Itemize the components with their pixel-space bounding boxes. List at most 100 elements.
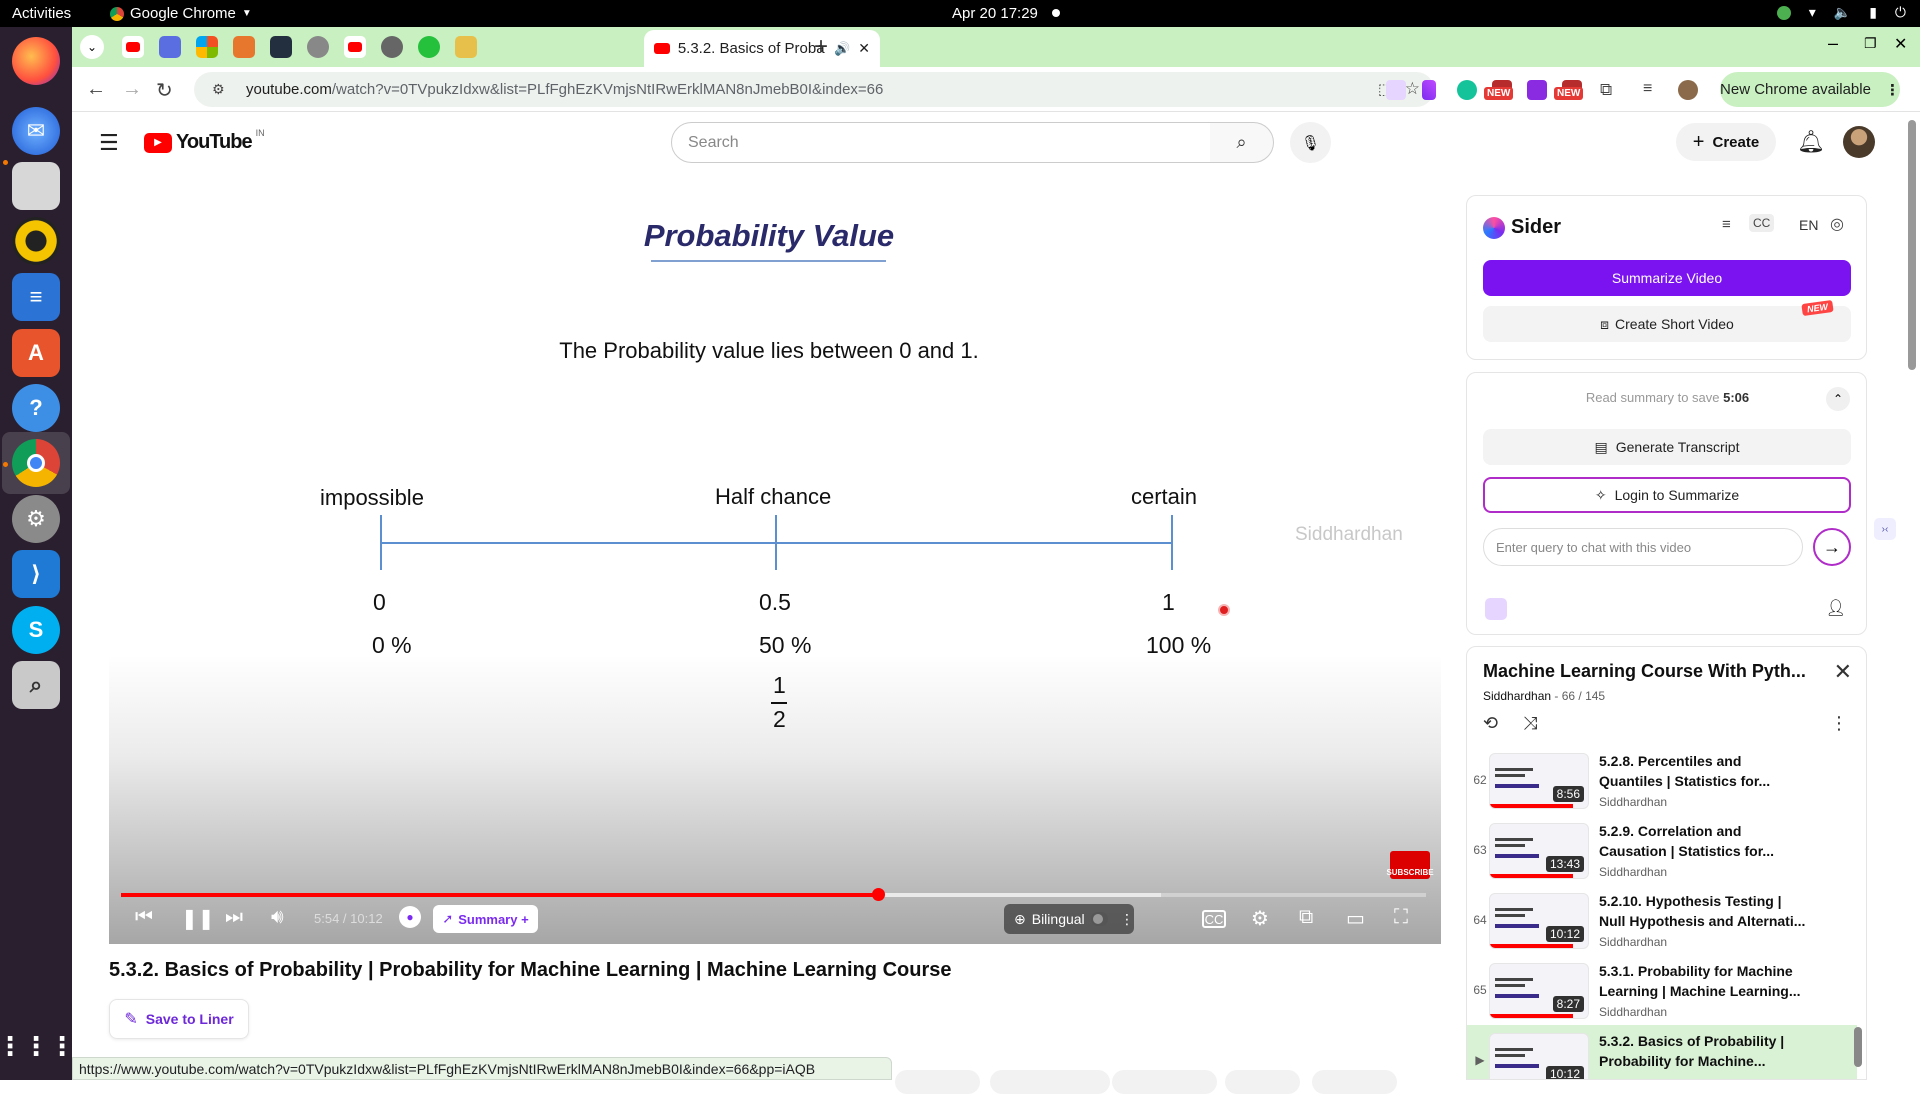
thunderbird-icon[interactable]: ✉ — [12, 107, 60, 155]
app-menu[interactable]: Google Chrome ▼ — [110, 5, 252, 22]
vscode-icon[interactable]: ⟩ — [12, 550, 60, 598]
save-to-liner-button[interactable]: ✎ Save to Liner — [109, 999, 249, 1039]
page-scrollbar[interactable] — [1908, 120, 1916, 370]
search-input[interactable]: Search — [671, 122, 1211, 163]
forward-icon[interactable]: → — [122, 78, 142, 101]
save-chip[interactable] — [1312, 1070, 1397, 1094]
miniplayer-icon[interactable]: ⧉ — [1299, 906, 1313, 929]
profile-avatar[interactable] — [1678, 80, 1698, 100]
globe-pinned-tab[interactable] — [307, 36, 329, 58]
chrome-icon[interactable] — [12, 439, 60, 487]
volume-icon[interactable]: 🔊︎ — [271, 906, 284, 929]
coursera-pinned-tab[interactable] — [455, 36, 477, 58]
playlist-item-thumbnail[interactable]: 8:27 — [1489, 963, 1589, 1019]
clip-chip[interactable] — [1225, 1070, 1300, 1094]
captions-icon[interactable]: CC — [1202, 910, 1226, 928]
playlist-item[interactable]: 65 8:27 5.3.1. Probability for Machine Lea… — [1467, 955, 1857, 1025]
liner-extension-icon[interactable] — [1527, 80, 1547, 100]
aws-pinned-tab[interactable] — [270, 36, 292, 58]
writer-icon[interactable]: ≡ — [12, 273, 60, 321]
shuffle-icon[interactable]: ⤨ — [1523, 713, 1537, 734]
bilingual-toggle[interactable]: ⊕ Bilingual ⋮ — [1004, 904, 1134, 934]
tab-audio-icon[interactable]: 🔊 — [834, 41, 850, 57]
playlist-item-thumbnail[interactable]: 10:12 — [1489, 893, 1589, 949]
clock[interactable]: Apr 20 17:29 — [952, 5, 1038, 22]
software-center-icon[interactable]: A — [12, 329, 60, 377]
site-info-icon[interactable]: ⚙ — [212, 81, 225, 98]
thanks-chip[interactable] — [1112, 1070, 1217, 1094]
playlist-item[interactable]: 64 10:12 5.2.10. Hypothesis Testing | Null… — [1467, 885, 1857, 955]
progress-scrubber[interactable] — [871, 888, 885, 901]
voice-search-button[interactable]: 🎙 — [1290, 122, 1331, 163]
search-button[interactable]: ⌕ — [1210, 122, 1274, 163]
youtube-logo[interactable]: ▶ YouTube IN — [144, 128, 265, 154]
new-chrome-available-button[interactable]: New Chrome available ⋮ — [1720, 72, 1900, 107]
system-tray[interactable]: ▾ 🔈 ▮ ⏻ — [1776, 4, 1906, 21]
package-pinned-tab[interactable] — [233, 36, 255, 58]
youtube-pinned-tab-2[interactable] — [344, 36, 366, 58]
loop-icon[interactable]: ⟲ — [1483, 713, 1498, 734]
previous-icon[interactable]: ⏮ — [135, 906, 153, 929]
maximize-window-icon[interactable]: ❐ — [1864, 35, 1877, 52]
green-pinned-tab[interactable] — [418, 36, 440, 58]
download-chip[interactable] — [990, 1070, 1110, 1094]
playlist-channel[interactable]: Siddhardhan — [1483, 689, 1551, 703]
caption-view-icon[interactable]: CC — [1749, 214, 1775, 232]
playlist-item-thumbnail[interactable]: 10:12 — [1489, 1033, 1589, 1079]
progress-bar[interactable] — [121, 888, 1426, 901]
pen-extension-icon[interactable] — [1422, 80, 1436, 100]
back-icon[interactable]: ← — [86, 78, 106, 101]
playlist-title[interactable]: Machine Learning Course With Pyth... — [1483, 661, 1806, 682]
active-tab[interactable]: 5.3.2. Basics of Proba 🔊 ✕ — [644, 30, 880, 67]
media-control-icon[interactable]: ≡ — [1643, 80, 1663, 100]
extensions-puzzle-icon[interactable]: ⧉ — [1600, 80, 1620, 100]
summarize-video-button[interactable]: Summarize Video — [1483, 260, 1851, 296]
close-playlist-icon[interactable]: ✕ — [1834, 659, 1852, 685]
playlist-item[interactable]: 63 13:43 5.2.9. Correlation and Causation … — [1467, 815, 1857, 885]
grammarly-extension-icon[interactable] — [1457, 80, 1477, 100]
language-selector[interactable]: EN — [1799, 217, 1818, 233]
playlist-item-thumbnail[interactable]: 13:43 — [1489, 823, 1589, 879]
sider-extension-icon[interactable] — [1386, 80, 1406, 100]
subscribe-watermark[interactable]: SUBSCRIBE — [1386, 851, 1434, 879]
bilingual-switch[interactable] — [1090, 912, 1108, 926]
magnifier-icon[interactable]: ⌕ — [12, 661, 60, 709]
hamburger-menu-icon[interactable]: ☰ — [99, 130, 119, 156]
location-pin-icon[interactable]: ● — [399, 906, 421, 928]
create-button[interactable]: + Create — [1676, 123, 1776, 161]
notifications-bell-icon[interactable]: 🔔︎ — [1797, 129, 1825, 155]
pause-icon[interactable]: ❚❚ — [181, 906, 215, 931]
create-short-video-button[interactable]: ⧈ Create Short Video NEW — [1483, 299, 1851, 342]
sider-settings-icon[interactable]: ◎ — [1830, 214, 1844, 234]
collapse-chevron-icon[interactable]: ⌃ — [1826, 387, 1850, 411]
sider-side-toggle-icon[interactable]: ›‹ — [1874, 518, 1896, 540]
minimize-window-icon[interactable]: – — [1828, 33, 1838, 54]
docs-pinned-tab[interactable] — [159, 36, 181, 58]
openai-pinned-tab[interactable] — [381, 36, 403, 58]
close-window-icon[interactable]: ✕ — [1894, 34, 1907, 54]
fullscreen-icon[interactable]: ⛶ — [1394, 906, 1408, 929]
tab-close-icon[interactable]: ✕ — [858, 40, 870, 57]
account-avatar[interactable] — [1843, 126, 1875, 158]
tab-search-icon[interactable]: ⌄ — [80, 35, 104, 59]
settings-icon[interactable]: ⚙ — [12, 495, 60, 543]
chat-query-input[interactable]: Enter query to chat with this video — [1483, 528, 1803, 566]
theater-mode-icon[interactable]: ▭ — [1346, 906, 1365, 931]
settings-gear-icon[interactable]: ⚙ — [1251, 906, 1269, 931]
share-chip[interactable] — [895, 1070, 980, 1094]
reload-icon[interactable]: ↻ — [156, 78, 173, 103]
files-icon[interactable] — [12, 162, 60, 210]
user-profile-icon[interactable]: 👤︎ — [1826, 598, 1846, 618]
send-arrow-icon[interactable]: → — [1813, 528, 1851, 566]
login-to-summarize-button[interactable]: ✧ Login to Summarize — [1483, 477, 1851, 513]
new-tab-button[interactable]: + — [814, 33, 828, 61]
office-pinned-tab[interactable] — [196, 36, 218, 58]
sider-assistant-icon[interactable] — [1485, 598, 1507, 620]
playlist-scrollbar[interactable] — [1854, 1027, 1862, 1067]
list-view-icon[interactable]: ≡ — [1722, 216, 1731, 233]
playlist-more-icon[interactable]: ⋮ — [1830, 713, 1848, 734]
app-grid-icon[interactable]: ⋮⋮⋮ — [0, 1022, 75, 1070]
skype-icon[interactable]: S — [12, 606, 60, 654]
activities-button[interactable]: Activities — [12, 5, 71, 22]
generate-transcript-button[interactable]: ▤ Generate Transcript — [1483, 429, 1851, 465]
